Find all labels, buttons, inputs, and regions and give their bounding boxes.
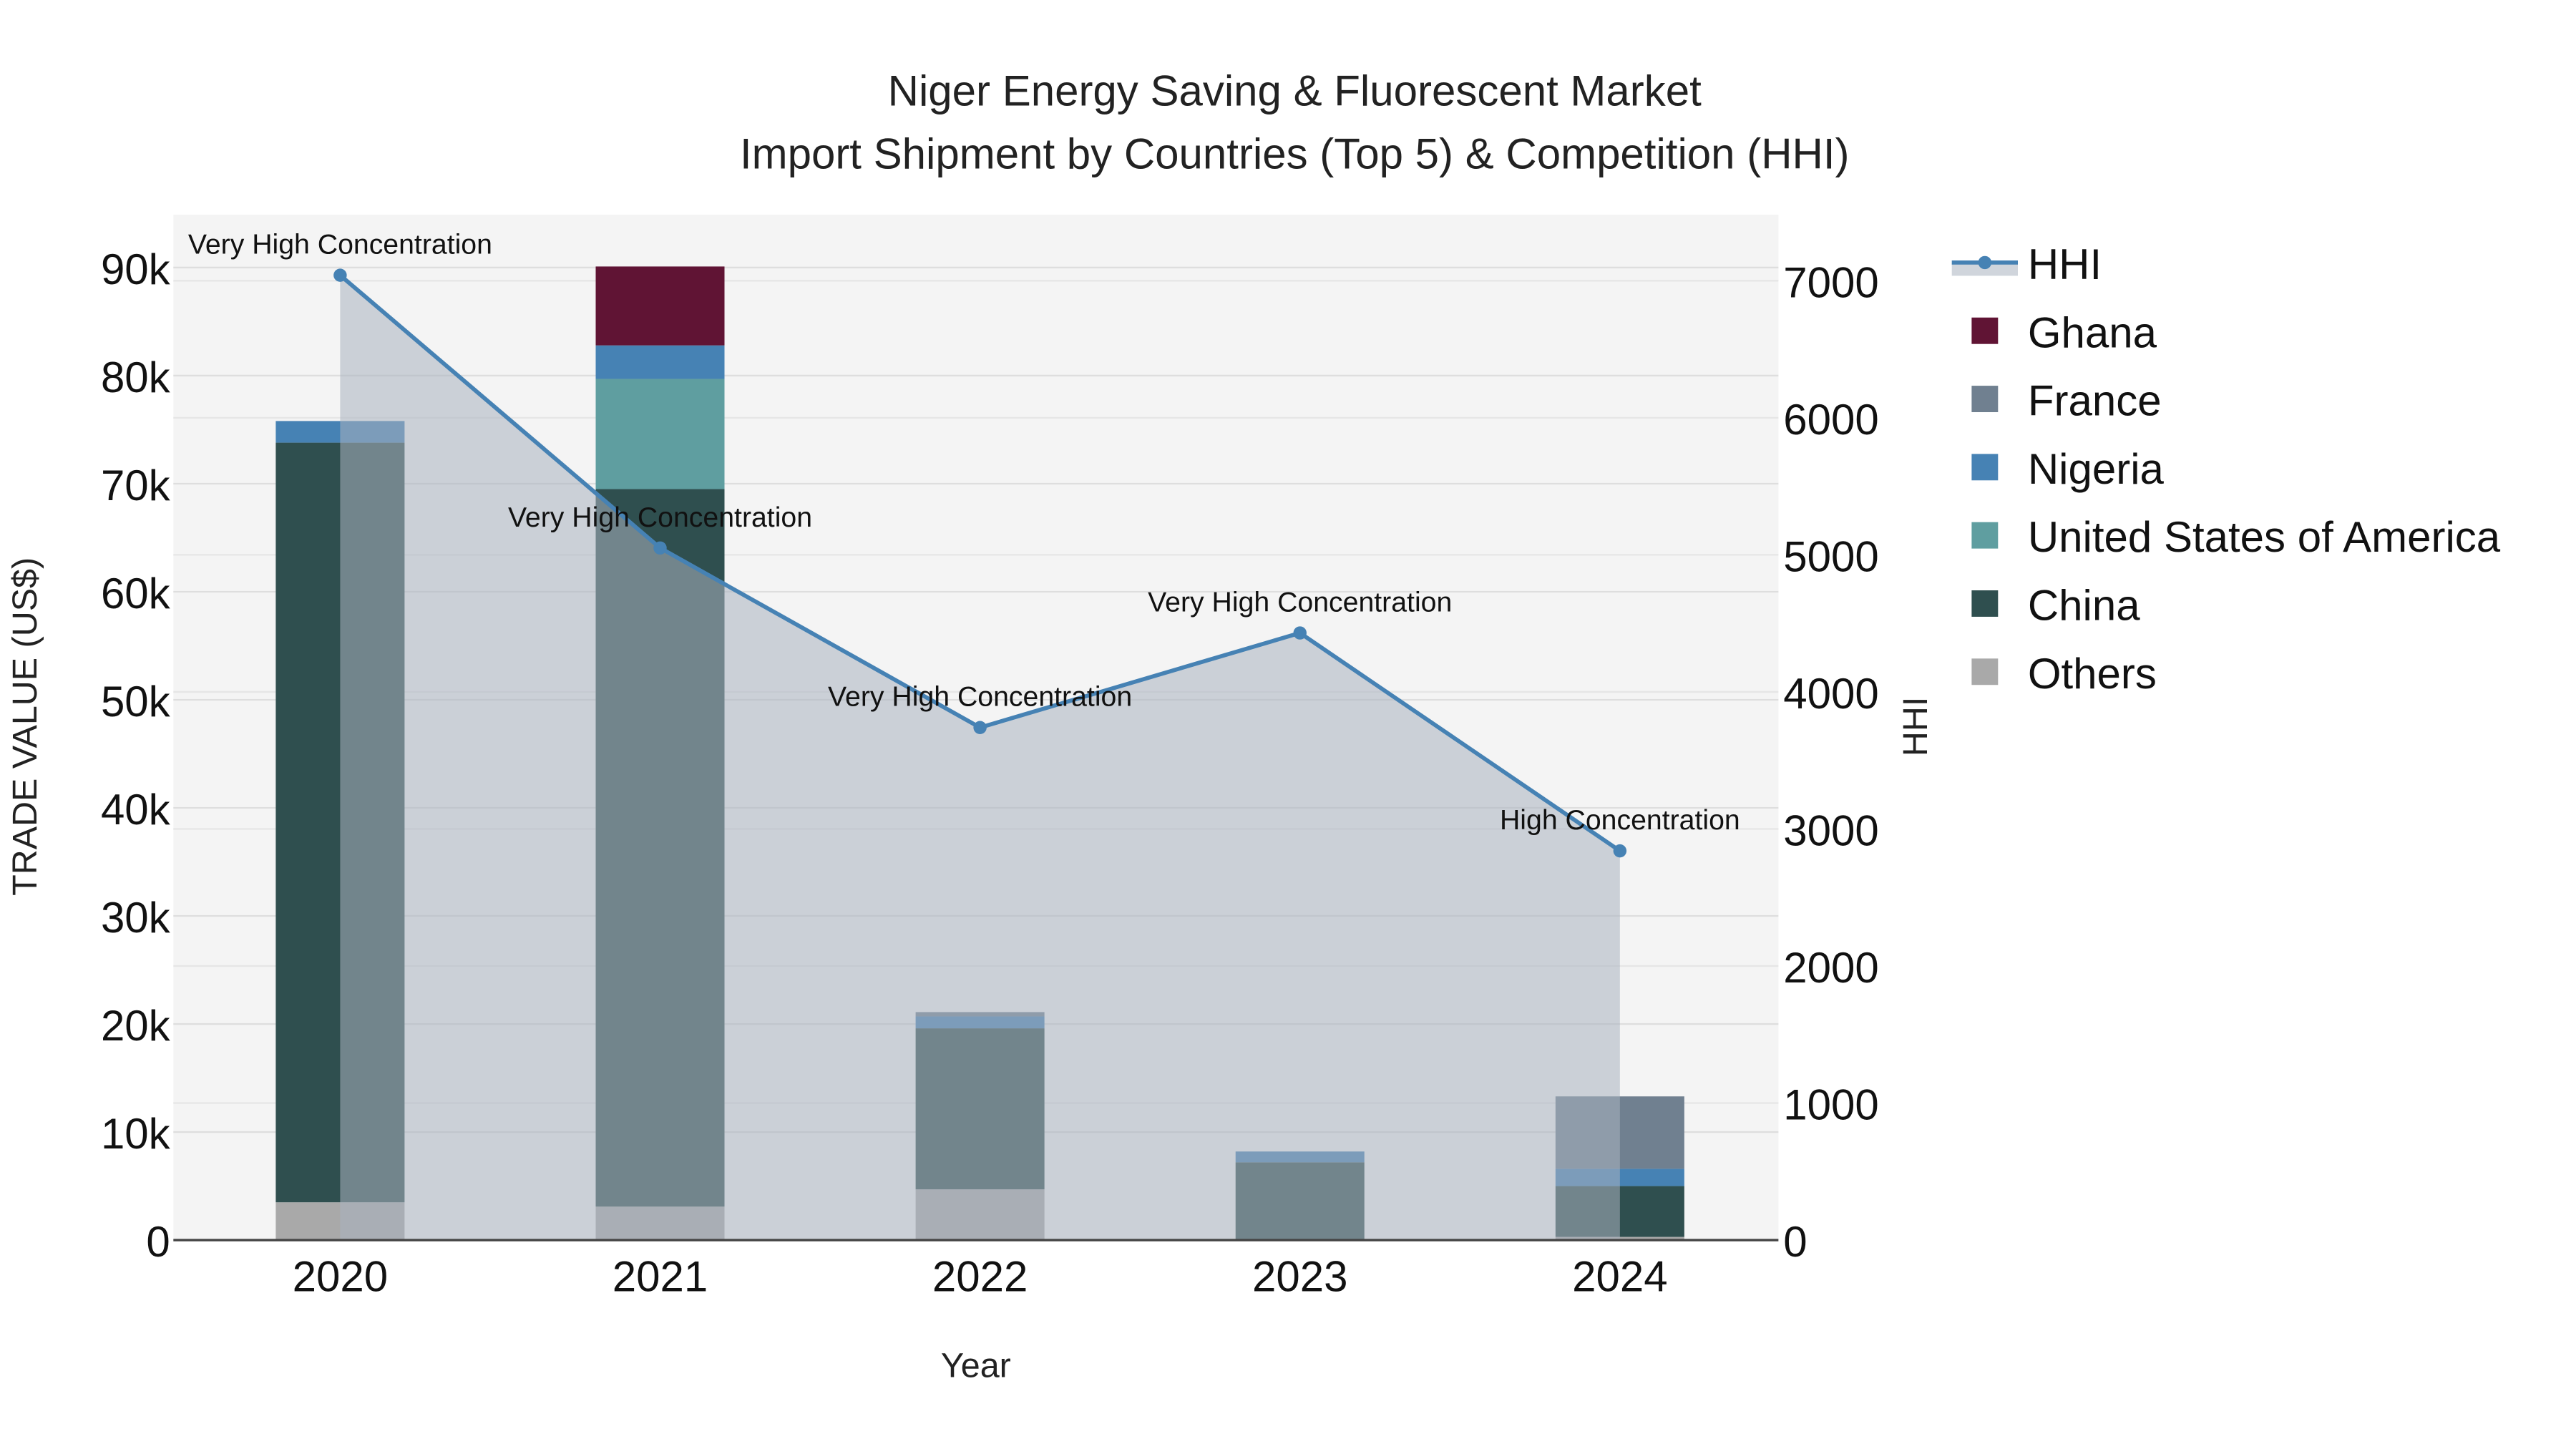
hhi-annotation: High Concentration bbox=[1500, 804, 1740, 836]
legend-swatch bbox=[1971, 386, 1999, 412]
legend-item-others[interactable]: Others bbox=[1971, 650, 2157, 698]
legend-item-nigeria[interactable]: Nigeria bbox=[1971, 445, 2165, 493]
legend-item-ghana[interactable]: Ghana bbox=[1971, 308, 2157, 356]
legend-label: France bbox=[2028, 377, 2162, 425]
y-tick-label: 70k bbox=[101, 462, 171, 509]
chart: Very High Concentration Very High Concent… bbox=[6, 67, 2501, 1385]
y-tick-label: 40k bbox=[101, 786, 171, 834]
legend-item-united-states-of-america[interactable]: United States of America bbox=[1971, 513, 2501, 561]
hhi-point bbox=[333, 268, 347, 282]
y2-tick-label: 7000 bbox=[1783, 258, 1878, 306]
hhi-point bbox=[973, 721, 987, 734]
y2-tick-label: 3000 bbox=[1783, 807, 1878, 855]
legend-item-china[interactable]: China bbox=[1971, 582, 2140, 630]
hhi-point bbox=[1613, 844, 1627, 858]
y-tick-label: 20k bbox=[101, 1002, 171, 1050]
y2-axis-label: HHI bbox=[1896, 697, 1935, 756]
y-tick-label: 60k bbox=[101, 570, 171, 618]
legend-marker bbox=[1978, 255, 1992, 270]
x-tick-label: 2023 bbox=[1252, 1253, 1347, 1301]
y-tick-label: 0 bbox=[146, 1218, 170, 1266]
legend-swatch bbox=[1971, 454, 1999, 481]
hhi-annotation: Very High Concentration bbox=[828, 681, 1132, 713]
legend-item-france[interactable]: France bbox=[1971, 377, 2162, 425]
x-tick-label: 2021 bbox=[613, 1253, 708, 1301]
legend-swatch bbox=[1971, 522, 1999, 549]
y2-tick-label: 0 bbox=[1783, 1218, 1807, 1266]
legend-label: Nigeria bbox=[2028, 445, 2165, 493]
bar-ghana-2021 bbox=[595, 266, 725, 346]
legend-swatch bbox=[1971, 590, 1999, 617]
bar-united-states-of-america-2021 bbox=[595, 379, 725, 489]
x-tick-label: 2022 bbox=[932, 1253, 1028, 1301]
y-axis-label: TRADE VALUE (US$) bbox=[6, 557, 44, 896]
hhi-point bbox=[1293, 626, 1307, 640]
y-tick-label: 50k bbox=[101, 678, 171, 726]
y2-tick-label: 6000 bbox=[1783, 396, 1878, 444]
legend-label: HHI bbox=[2028, 240, 2102, 288]
legend-label: United States of America bbox=[2028, 513, 2501, 561]
y2-tick-label: 2000 bbox=[1783, 944, 1878, 992]
legend: HHI Ghana France Nigeria United States of Am… bbox=[1951, 240, 2501, 698]
hhi-annotation: Very High Concentration bbox=[1148, 587, 1452, 618]
x-axis-label: Year bbox=[941, 1347, 1011, 1385]
legend-label: Others bbox=[2028, 650, 2157, 698]
y2-tick-label: 5000 bbox=[1783, 532, 1878, 580]
chart-title: Niger Energy Saving & Fluorescent Market bbox=[888, 67, 1702, 115]
y2-tick-label: 1000 bbox=[1783, 1081, 1878, 1129]
hhi-annotation: Very High Concentration bbox=[188, 229, 492, 260]
y-tick-label: 90k bbox=[101, 245, 171, 293]
legend-swatch bbox=[1971, 658, 1999, 686]
legend-label: Ghana bbox=[2028, 308, 2157, 356]
hhi-point bbox=[653, 541, 667, 555]
chart-subtitle: Import Shipment by Countries (Top 5) & C… bbox=[740, 130, 1850, 177]
x-tick-label: 2020 bbox=[293, 1253, 388, 1301]
hhi-annotation: Very High Concentration bbox=[508, 502, 812, 533]
y-tick-label: 80k bbox=[101, 353, 171, 401]
y-tick-label: 30k bbox=[101, 894, 171, 942]
x-tick-label: 2024 bbox=[1572, 1253, 1667, 1301]
bar-nigeria-2021 bbox=[595, 345, 725, 379]
y-tick-label: 10k bbox=[101, 1110, 171, 1158]
legend-label: China bbox=[2028, 582, 2140, 630]
legend-item-hhi[interactable]: HHI bbox=[1951, 240, 2102, 288]
y2-tick-label: 4000 bbox=[1783, 670, 1878, 718]
legend-swatch bbox=[1971, 317, 1999, 344]
